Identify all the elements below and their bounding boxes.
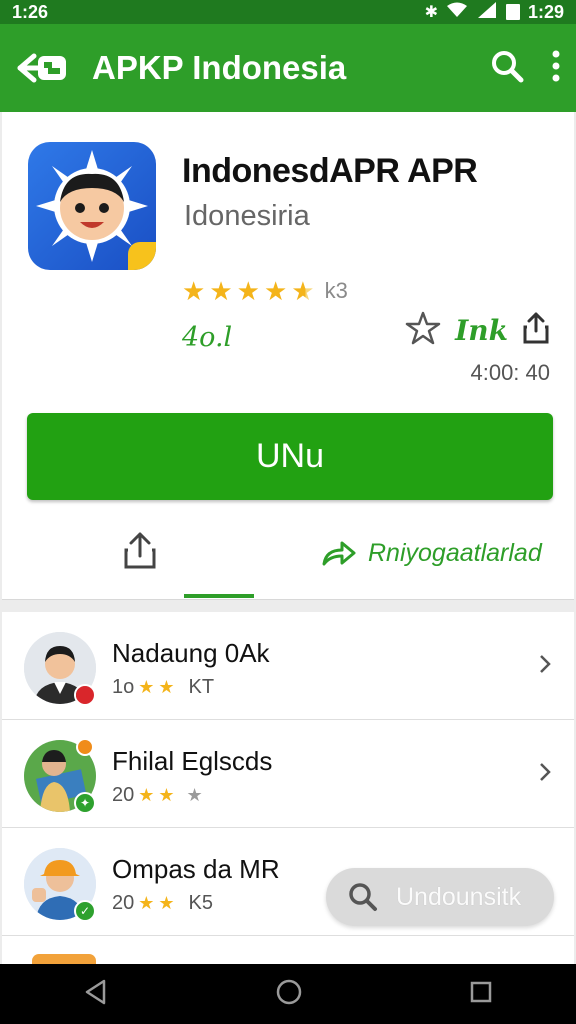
tab-share[interactable]: [122, 530, 182, 582]
list-item-meta: 20 ★ ★ K5: [112, 892, 213, 915]
more-options-icon[interactable]: [550, 49, 562, 88]
status-time-left: 1:26: [12, 1, 49, 22]
star-icon: ★: [209, 276, 233, 306]
share-icon[interactable]: [522, 311, 550, 350]
nav-back-icon[interactable]: [82, 978, 110, 1011]
status-bar: 1:26 ✱ 1:29: [0, 0, 576, 24]
star-icon: ★: [158, 785, 175, 805]
back-logo-icon: [17, 53, 66, 83]
search-icon: [349, 883, 377, 911]
status-time-right: 1:29: [527, 1, 564, 22]
star-icon: ★: [138, 785, 155, 805]
star-icon: ★: [158, 677, 175, 697]
list-item-title: Ompas da MR: [112, 854, 280, 884]
tab-forward[interactable]: Rniyogaatlarlad: [320, 538, 542, 568]
star-half-icon: ★: [291, 276, 315, 306]
wifi-icon: [446, 2, 468, 23]
list-item[interactable]: ✦ Fhilal Eglscds 20 ★ ★ ★: [2, 720, 574, 828]
star-icon: ★: [138, 677, 155, 697]
list-item-title: Nadaung 0Ak: [112, 638, 270, 668]
battery-icon: [505, 4, 520, 20]
back-button[interactable]: [14, 48, 70, 88]
app-bar: APKP Indonesia: [0, 24, 576, 112]
app-developer: Idonesiria: [184, 200, 310, 232]
list-item-extra: K5: [188, 892, 213, 914]
nav-home-icon[interactable]: [274, 977, 304, 1012]
badge-icon: [76, 738, 94, 756]
wishlist-star-icon[interactable]: [405, 310, 441, 351]
star-outline-icon: ★: [186, 785, 203, 805]
chevron-right-icon: [540, 763, 551, 781]
app-icon: [28, 142, 156, 270]
list-item-meta: 20 ★ ★ ★: [112, 784, 203, 807]
app-rating: ★ ★ ★ ★ ★ k3: [182, 278, 348, 304]
badge-icon: [74, 684, 96, 706]
bluetooth-icon: ✱: [424, 4, 438, 21]
list-item-rating: 20: [112, 784, 135, 806]
list-item-title: Fhilal Eglscds: [112, 746, 273, 776]
list-item-rating: 1o: [112, 676, 135, 698]
list-item[interactable]: [2, 936, 574, 964]
list-item-rating: 20: [112, 892, 135, 914]
status-icons: ✱ 1:29: [424, 1, 564, 23]
downloads-count: 4o.l: [182, 322, 233, 353]
navigation-bar: [0, 964, 576, 1024]
search-fab[interactable]: Undounsitk: [326, 868, 554, 926]
app-title: APKP Indonesia: [92, 49, 347, 86]
rating-count: k3: [324, 278, 348, 303]
check-badge-icon: ✓: [74, 900, 96, 922]
app-icon-corner: [128, 242, 156, 270]
list-item[interactable]: Nadaung 0Ak 1o ★ ★ KT: [2, 612, 574, 720]
time-label: 4:00: 40: [470, 360, 550, 385]
avatar: [32, 954, 96, 964]
badge-icon: ✦: [74, 792, 96, 814]
app-details-card: IndonesdAPR APR Idonesiria ★ ★ ★ ★ ★ k3 …: [2, 112, 574, 600]
upload-icon: [124, 532, 156, 569]
list-item-extra: KT: [188, 676, 215, 698]
signal-icon: [476, 1, 498, 23]
link-button[interactable]: Ink: [455, 314, 508, 347]
star-icon: ★: [182, 276, 206, 306]
forward-arrow-icon: [322, 541, 356, 566]
forward-label: Rniyogaatlarlad: [368, 538, 542, 567]
star-icon: ★: [158, 893, 175, 913]
list-item-meta: 1o ★ ★ KT: [112, 676, 214, 699]
app-actions: Ink: [405, 310, 550, 351]
tab-indicator: [184, 594, 254, 598]
star-icon: ★: [138, 893, 155, 913]
nav-recents-icon[interactable]: [468, 979, 494, 1010]
search-icon[interactable]: [490, 49, 524, 88]
app-name: IndonesdAPR APR: [182, 152, 478, 190]
star-icon: ★: [236, 276, 260, 306]
star-icon: ★: [263, 276, 288, 306]
chevron-right-icon: [540, 655, 551, 673]
install-button[interactable]: UNu: [27, 413, 553, 500]
search-fab-label: Undounsitk: [396, 882, 522, 911]
